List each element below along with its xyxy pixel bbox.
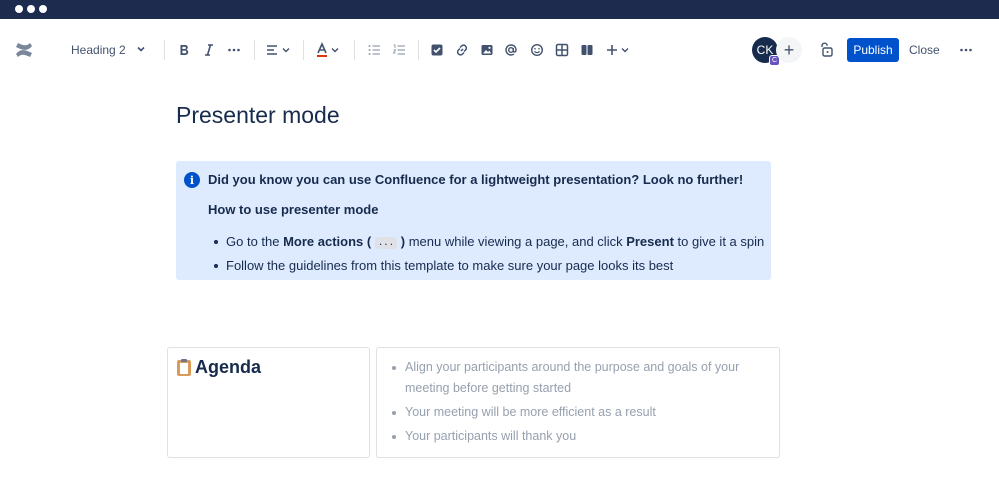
numbered-list-icon[interactable] [390,38,408,62]
list-text: menu while viewing a page, and click [405,234,627,249]
confluence-logo-icon[interactable] [13,38,35,62]
toolbar-divider [354,40,355,60]
info-panel[interactable]: i Did you know you can use Confluence fo… [176,161,771,280]
bold-icon[interactable] [176,38,192,62]
text-style-label: Heading 2 [71,43,126,57]
invite-button[interactable]: + [776,37,802,63]
align-icon[interactable] [264,38,292,62]
unlock-icon[interactable] [818,38,834,62]
list-bold-text: More actions ( [283,234,372,249]
image-icon[interactable] [479,38,495,62]
list-bold-text: Present [626,234,674,249]
agenda-list: Align your participants around the purpo… [389,357,769,450]
emoji-icon[interactable] [529,38,545,62]
text-style-dropdown[interactable]: Heading 2 [64,38,146,62]
layout-icon[interactable] [579,38,595,62]
window-dot-minimize[interactable] [27,5,35,13]
window-dot-maximize[interactable] [39,5,47,13]
info-list: Go to the More actions ( ... ) menu whil… [208,230,764,278]
agenda-cell-left[interactable]: Agenda [167,347,370,458]
list-item: Go to the More actions ( ... ) menu whil… [208,230,764,254]
info-panel-title: Did you know you can use Confluence for … [208,172,744,187]
toolbar-divider [164,40,165,60]
page-title[interactable]: Presenter mode [176,102,340,129]
toolbar-divider [418,40,419,60]
publish-button[interactable]: Publish [847,38,899,62]
text-color-icon[interactable] [314,38,342,62]
list-item: Align your participants around the purpo… [389,357,769,399]
table-icon[interactable] [554,38,570,62]
info-icon: i [184,172,200,188]
toolbar-divider [254,40,255,60]
window-titlebar [0,0,999,19]
list-item: Your participants will thank you [389,426,769,447]
task-icon[interactable] [429,38,445,62]
info-panel-subtitle: How to use presenter mode [208,202,379,217]
mention-icon[interactable] [503,38,519,62]
list-text: Go to the [226,234,284,249]
more-actions-code: ... [374,236,398,249]
link-icon[interactable] [454,38,470,62]
agenda-cell-right[interactable]: Align your participants around the purpo… [376,347,780,458]
italic-icon[interactable] [201,38,217,62]
window-dot-close[interactable] [15,5,23,13]
publish-label: Publish [853,43,893,57]
close-label: Close [909,43,940,57]
more-icon[interactable] [957,38,975,62]
agenda-heading: Agenda [177,357,261,378]
list-item: Your meeting will be more efficient as a… [389,402,769,423]
bullet-list-icon[interactable] [365,38,383,62]
list-text: to give it a spin [673,234,765,249]
toolbar-divider [303,40,304,60]
more-formatting-icon[interactable] [225,38,243,62]
close-button[interactable]: Close [909,38,940,62]
add-user-icon: + [783,39,795,60]
insert-plus-icon[interactable] [604,38,632,62]
list-item: Follow the guidelines from this template… [208,254,764,278]
clipboard-icon [177,358,191,376]
chevron-down-icon [136,43,146,57]
agenda-heading-text: Agenda [195,357,262,377]
info-icon-glyph: i [189,173,195,187]
